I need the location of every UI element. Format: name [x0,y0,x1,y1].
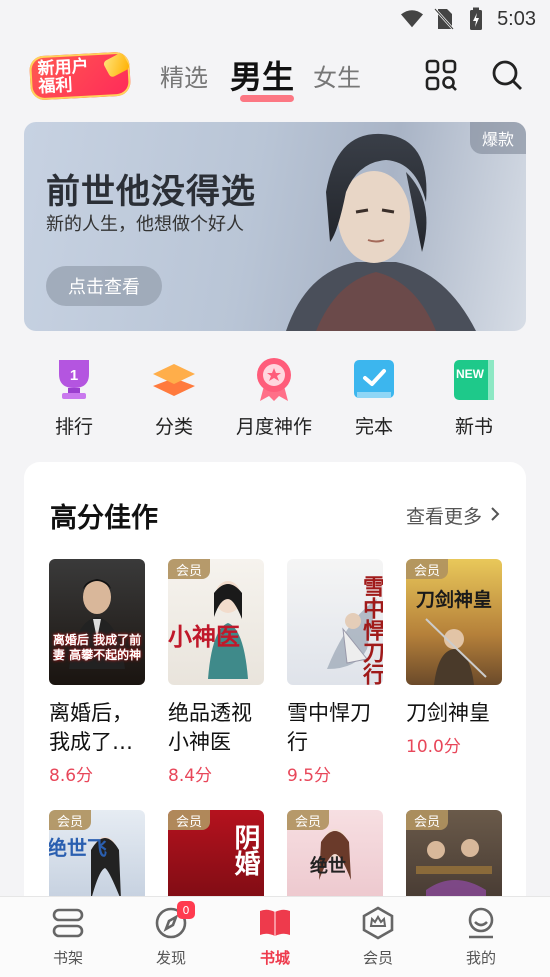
banner-character-illustration [286,133,476,331]
quick-link-label: 月度神作 [235,416,312,438]
tab-male[interactable]: 男生 [230,52,295,102]
banner-hot-tag: 爆款 [470,122,526,154]
quick-link-completed[interactable]: 完本 [324,350,424,439]
nav-bookstore[interactable]: 书城 [235,905,315,968]
banner-title: 前世他没得选 [46,172,256,212]
compass-icon: 0 [153,901,195,941]
status-bar: 5:03 [0,0,550,38]
cover-title: 小神医 [168,623,240,651]
book-title: 刀剑神皇 [406,701,490,725]
battery-charging-icon [465,7,487,30]
no-sim-icon [433,8,455,30]
nav-label: 会员 [362,949,393,967]
quick-link-label: 完本 [354,416,393,438]
book-cover: 小神医 会员 [168,559,264,685]
bookstore-icon [257,905,293,941]
book-item[interactable]: 离婚后 我成了前妻 高攀不起的神 离婚后，我成了… 8.6分 [49,559,145,786]
hero-banner[interactable]: 前世他没得选 新的人生，他想做个好人 点击查看 爆款 [24,122,526,331]
search-icon[interactable] [490,58,524,92]
bookshelf-icon [50,905,86,941]
smile-face-icon [463,905,499,941]
book-title: 离婚后，我成了… [49,701,133,754]
cover-title: 离婚后 我成了前妻 高攀不起的神 [52,633,142,662]
vip-badge: 会员 [406,559,448,579]
quick-link-label: 排行 [54,416,93,438]
new-book-icon: NEW [451,356,497,402]
book-cover: 刀剑神皇 会员 [406,559,502,685]
layers-icon [151,356,197,402]
chevron-right-icon [490,505,500,527]
cover-title: 绝世飞 [49,836,107,860]
book-score: 9.5分 [287,766,332,786]
tab-featured[interactable]: 精选 [160,58,208,93]
quick-link-ranking[interactable]: 1 排行 [24,350,124,439]
book-cover: 离婚后 我成了前妻 高攀不起的神 [49,559,145,685]
nav-label: 书城 [259,949,290,967]
nav-profile[interactable]: 我的 [441,905,521,968]
book-title: 雪中悍刀行 [287,701,371,754]
tab-female[interactable]: 女生 [313,58,361,93]
vip-badge: 会员 [406,810,448,830]
view-more-label: 查看更多 [405,506,482,528]
new-user-promo-badge[interactable]: 新用户 福利 [28,51,132,101]
status-time: 5:03 [497,7,536,30]
banner-subtitle: 新的人生，他想做个好人 [46,214,244,235]
quick-link-category[interactable]: 分类 [124,350,224,439]
promo-line2: 福利 [38,75,74,98]
vip-badge: 会员 [49,810,91,830]
cover-title: 绝世 [310,856,346,877]
bottom-nav: 书架 0 发现 书城 会员 我的 [0,896,550,977]
nav-label: 发现 [155,949,186,967]
cover-title: 阴婚 [230,824,260,876]
quick-link-label: 新书 [454,416,493,438]
vip-badge: 会员 [168,559,210,579]
view-more-link[interactable]: 查看更多 [406,502,500,529]
svg-text:1: 1 [70,367,78,384]
quick-link-new-books[interactable]: NEW 新书 [424,350,524,439]
quick-link-label: 分类 [154,416,193,438]
book-score: 8.6分 [49,766,94,786]
nav-membership[interactable]: 会员 [338,905,418,968]
nav-label: 书架 [52,949,83,967]
vip-badge: 会员 [287,810,329,830]
cover-title: 雪中悍刀行 [359,575,383,685]
star-medal-icon [251,356,297,402]
book-title: 绝品透视小神医 [168,701,252,754]
notification-badge: 0 [177,901,195,919]
top-nav: 新用户 福利 精选 男生 女生 [0,44,550,108]
svg-text:NEW: NEW [456,367,485,381]
book-item[interactable]: 小神医 会员 绝品透视小神医 8.4分 [168,559,264,786]
section-title: 高分佳作 [50,503,158,534]
nav-discover[interactable]: 0 发现 [131,901,211,968]
crown-shield-icon [360,905,396,941]
book-score: 8.4分 [168,766,213,786]
quick-link-monthly-best[interactable]: 月度神作 [224,350,324,439]
category-grid-icon[interactable] [424,58,458,92]
banner-view-button[interactable]: 点击查看 [46,266,162,306]
book-item[interactable]: 雪中悍刀行 雪中悍刀行 9.5分 [287,559,383,786]
quick-links: 1 排行 分类 月度神作 完本 NEW 新书 [0,350,550,440]
vip-badge: 会员 [168,810,210,830]
book-score: 10.0分 [406,737,461,757]
book-check-icon [351,356,397,402]
wifi-icon [401,8,424,30]
book-cover: 雪中悍刀行 [287,559,383,685]
nav-label: 我的 [465,949,496,967]
cover-title: 刀剑神皇 [415,589,492,611]
book-item[interactable]: 刀剑神皇 会员 刀剑神皇 10.0分 [406,559,502,757]
trophy-icon: 1 [51,356,97,402]
nav-bookshelf[interactable]: 书架 [28,905,108,968]
